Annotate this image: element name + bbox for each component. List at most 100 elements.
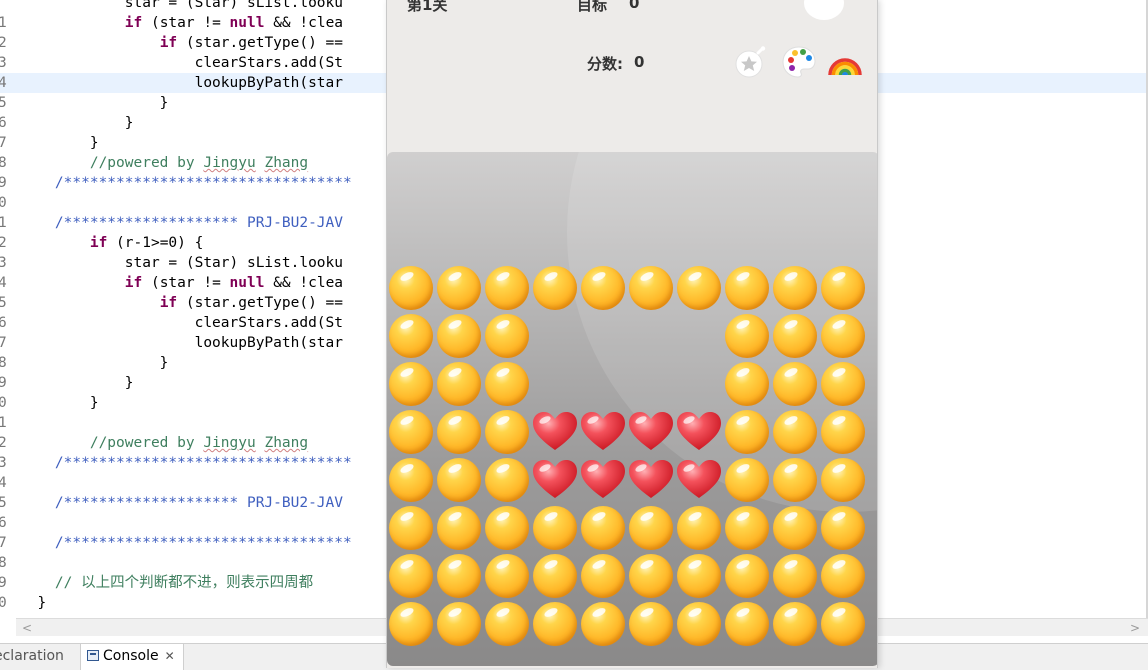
star-ball[interactable]	[819, 504, 867, 552]
star-ball[interactable]	[819, 408, 867, 456]
star-ball[interactable]	[483, 264, 531, 312]
star-ball[interactable]	[771, 600, 819, 648]
star-ball[interactable]	[627, 552, 675, 600]
star-ball[interactable]	[483, 312, 531, 360]
star-ball[interactable]	[771, 504, 819, 552]
ball-icon	[725, 506, 769, 550]
game-board[interactable]	[387, 152, 877, 666]
star-ball[interactable]	[819, 360, 867, 408]
ball-icon	[821, 314, 865, 358]
star-ball[interactable]	[579, 552, 627, 600]
star-ball[interactable]	[819, 312, 867, 360]
star-ball[interactable]	[483, 600, 531, 648]
star-ball[interactable]	[531, 600, 579, 648]
code-token: /*********************************	[20, 535, 352, 551]
line-number: 2	[0, 435, 7, 451]
star-ball[interactable]	[723, 312, 771, 360]
star-ball[interactable]	[579, 600, 627, 648]
star-ball[interactable]	[435, 264, 483, 312]
code-token: }	[20, 595, 47, 611]
star-ball[interactable]	[675, 600, 723, 648]
star-ball[interactable]	[723, 408, 771, 456]
star-ball[interactable]	[435, 456, 483, 504]
star-ball[interactable]	[819, 456, 867, 504]
star-ball[interactable]	[723, 552, 771, 600]
star-ball[interactable]	[435, 504, 483, 552]
star-heart[interactable]	[531, 408, 579, 456]
ball-icon	[581, 266, 625, 310]
star-heart[interactable]	[627, 456, 675, 504]
star-ball[interactable]	[435, 552, 483, 600]
star-ball[interactable]	[771, 312, 819, 360]
star-ball[interactable]	[723, 600, 771, 648]
star-ball[interactable]	[531, 504, 579, 552]
code-token: }	[20, 375, 134, 391]
star-ball[interactable]	[771, 264, 819, 312]
star-ball[interactable]	[387, 552, 435, 600]
star-bomb-icon[interactable]	[733, 44, 769, 80]
star-ball[interactable]	[387, 360, 435, 408]
star-heart[interactable]	[579, 408, 627, 456]
star-ball[interactable]	[387, 264, 435, 312]
star-heart[interactable]	[531, 456, 579, 504]
star-ball[interactable]	[435, 312, 483, 360]
star-ball[interactable]	[579, 504, 627, 552]
ball-icon	[437, 554, 481, 598]
line-number: 3	[0, 455, 7, 471]
star-ball[interactable]	[771, 408, 819, 456]
star-ball[interactable]	[579, 264, 627, 312]
tab-console[interactable]: Console ✕	[80, 644, 184, 670]
ball-icon	[629, 506, 673, 550]
rainbow-icon[interactable]	[827, 42, 863, 78]
ball-icon	[773, 602, 817, 646]
star-ball[interactable]	[387, 456, 435, 504]
code-text: if (star.getType() ==	[20, 33, 343, 53]
star-ball[interactable]	[387, 504, 435, 552]
star-ball[interactable]	[531, 264, 579, 312]
tab-declaration[interactable]: eclaration	[0, 648, 64, 664]
star-ball[interactable]	[771, 456, 819, 504]
star-ball[interactable]	[483, 504, 531, 552]
star-ball[interactable]	[483, 456, 531, 504]
star-ball[interactable]	[771, 552, 819, 600]
code-token: (star.getType() ==	[177, 295, 344, 311]
star-ball[interactable]	[819, 264, 867, 312]
star-ball[interactable]	[387, 312, 435, 360]
star-heart[interactable]	[675, 408, 723, 456]
star-ball[interactable]	[627, 264, 675, 312]
ball-icon	[485, 554, 529, 598]
star-ball[interactable]	[723, 264, 771, 312]
star-ball[interactable]	[771, 360, 819, 408]
close-icon[interactable]: ✕	[165, 649, 175, 663]
star-ball[interactable]	[435, 408, 483, 456]
star-ball[interactable]	[819, 552, 867, 600]
star-ball[interactable]	[819, 600, 867, 648]
star-ball[interactable]	[483, 552, 531, 600]
score-value: 0	[634, 53, 645, 71]
star-ball[interactable]	[483, 360, 531, 408]
star-ball[interactable]	[531, 552, 579, 600]
star-ball[interactable]	[675, 504, 723, 552]
star-ball[interactable]	[435, 360, 483, 408]
star-ball[interactable]	[387, 408, 435, 456]
star-ball[interactable]	[723, 504, 771, 552]
star-heart[interactable]	[627, 408, 675, 456]
star-ball[interactable]	[675, 264, 723, 312]
star-heart[interactable]	[579, 456, 627, 504]
star-ball[interactable]	[723, 360, 771, 408]
star-ball[interactable]	[675, 552, 723, 600]
code-token: /******************** PRJ-BU2-JAV	[20, 495, 344, 511]
scroll-right-icon[interactable]: >	[1130, 621, 1140, 635]
star-ball[interactable]	[483, 408, 531, 456]
ball-icon	[485, 602, 529, 646]
scroll-left-icon[interactable]: <	[22, 621, 32, 635]
ball-icon	[389, 506, 433, 550]
star-ball[interactable]	[627, 600, 675, 648]
star-ball[interactable]	[627, 504, 675, 552]
cloud-icon[interactable]	[804, 0, 844, 20]
palette-icon[interactable]	[781, 44, 817, 80]
star-ball[interactable]	[387, 600, 435, 648]
star-ball[interactable]	[435, 600, 483, 648]
star-heart[interactable]	[675, 456, 723, 504]
star-ball[interactable]	[723, 456, 771, 504]
